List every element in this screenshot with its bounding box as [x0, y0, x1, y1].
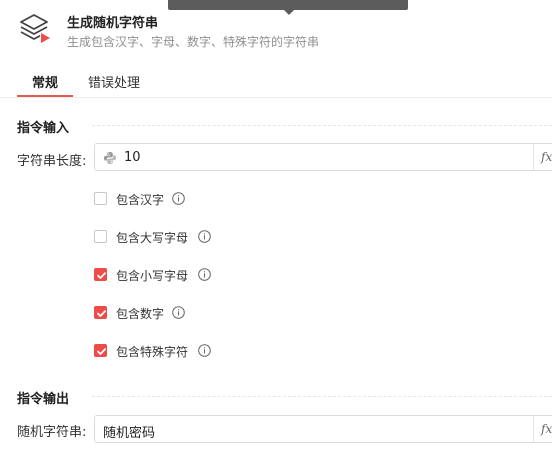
fx-button[interactable]: fx: [533, 144, 552, 170]
tab-bar: 常规 错误处理: [0, 62, 552, 98]
layers-stack-icon: [20, 14, 50, 43]
output-section-title: 指令输出: [17, 392, 70, 407]
option-uppercase-label: 包含大写字母: [116, 231, 189, 245]
option-digits-label: 包含数字: [116, 307, 165, 321]
option-chinese-label: 包含汉字: [116, 193, 165, 207]
tab-general[interactable]: 常规: [32, 72, 58, 91]
checkbox-chinese[interactable]: [94, 192, 107, 205]
info-icon[interactable]: [172, 306, 185, 319]
length-input[interactable]: 10 fx: [94, 143, 552, 171]
section-divider: [92, 125, 552, 126]
result-value: 随机密码: [103, 426, 156, 441]
python-icon: [104, 152, 116, 164]
checkbox-special[interactable]: [94, 344, 107, 357]
tab-error-handling[interactable]: 错误处理: [88, 72, 140, 91]
command-description: 生成包含汉字、字母、数字、特殊字符的字符串: [67, 35, 320, 49]
active-tab-indicator: [17, 95, 73, 97]
command-title: 生成随机字符串: [67, 16, 159, 31]
checkbox-digits[interactable]: [94, 306, 107, 319]
input-section-title: 指令输入: [17, 121, 70, 136]
fx-button[interactable]: fx: [533, 416, 552, 442]
info-icon[interactable]: [198, 344, 211, 357]
result-label: 随机字符串:: [17, 425, 87, 440]
option-special-label: 包含特殊字符: [116, 345, 189, 359]
option-lowercase-label: 包含小写字母: [116, 269, 189, 283]
check-icon: [97, 272, 106, 279]
checkbox-uppercase[interactable]: [94, 230, 107, 243]
info-icon[interactable]: [198, 230, 211, 243]
length-value: 10: [124, 150, 141, 165]
info-icon[interactable]: [172, 192, 185, 205]
check-icon: [97, 348, 106, 355]
length-label: 字符串长度:: [17, 154, 87, 169]
tooltip: [168, 0, 408, 15]
section-divider: [92, 396, 552, 397]
check-icon: [97, 310, 106, 317]
result-input[interactable]: 随机密码 fx: [94, 415, 552, 443]
info-icon[interactable]: [198, 268, 211, 281]
checkbox-lowercase[interactable]: [94, 268, 107, 281]
